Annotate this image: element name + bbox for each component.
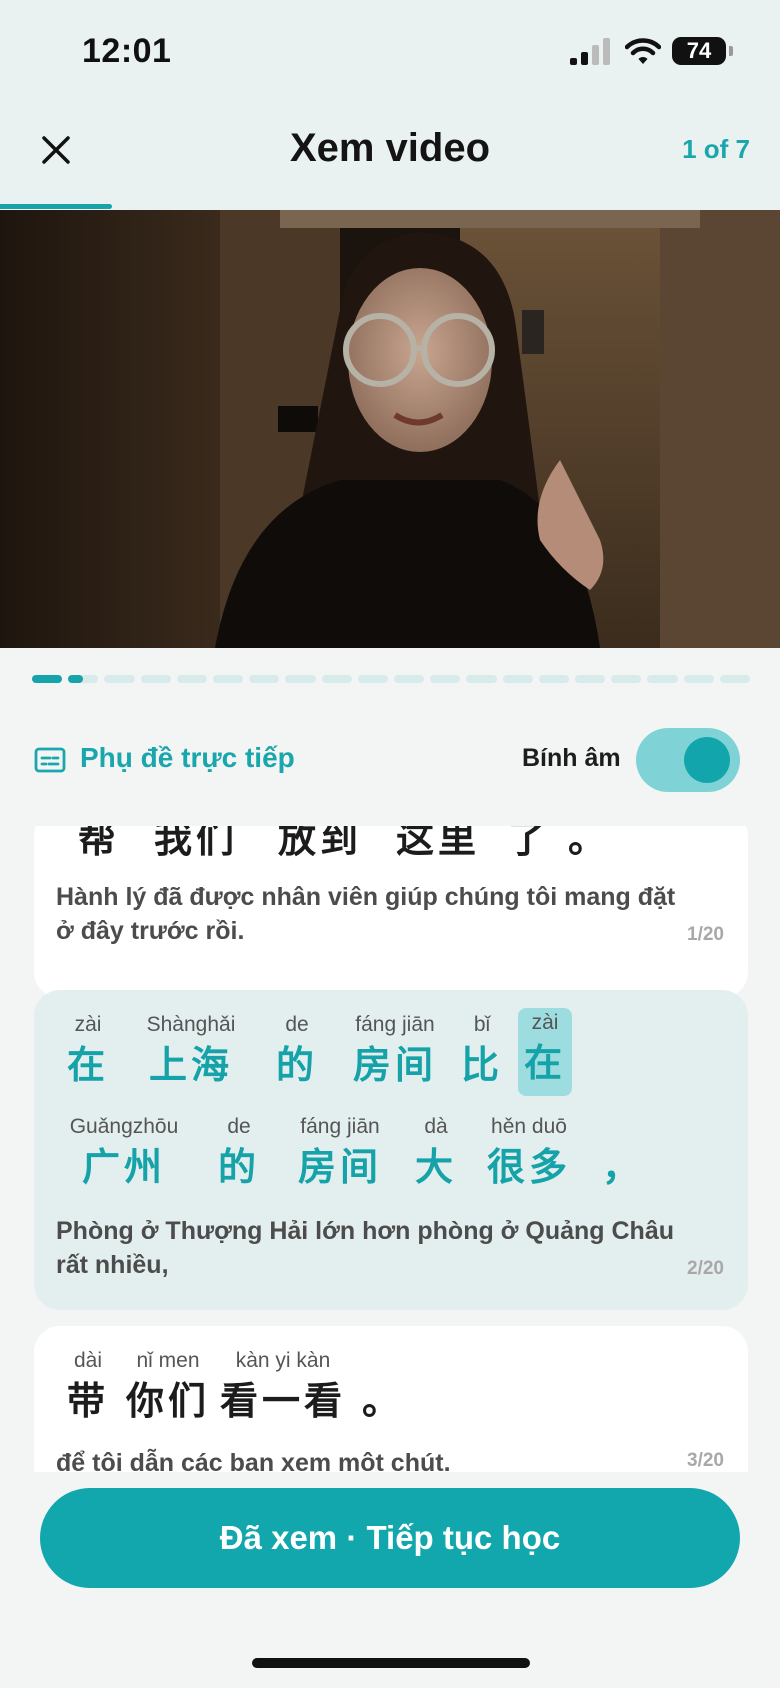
segment-15[interactable] (538, 675, 569, 683)
word-1-5[interactable]: 了 (494, 826, 564, 866)
wifi-icon (625, 38, 661, 64)
sentence-translation: Phòng ở Thượng Hải lớn hơn phòng ở Quảng… (56, 1217, 675, 1279)
segment-8[interactable] (285, 675, 316, 683)
page-title: Xem video (289, 126, 491, 170)
word-1-4[interactable]: 这里 (388, 826, 488, 866)
subtitle-controls: Phụ đề trực tiếp Bính âm (0, 728, 780, 792)
continue-learning-button[interactable]: Đã xem · Tiếp tục học (40, 1488, 740, 1588)
header: Xem video 1 of 7 (0, 110, 780, 190)
segment-7[interactable] (249, 675, 280, 683)
status-bar: 12:01 74 (0, 0, 780, 100)
word-3-3[interactable]: kàn yi kàn 看一看 (218, 1346, 348, 1428)
word-3-1[interactable]: dài 带 (58, 1346, 118, 1428)
sentence-index: 3/20 (687, 1450, 724, 1471)
word-1-2[interactable]: 我们 (146, 826, 246, 866)
segment-14[interactable] (502, 675, 533, 683)
word-1-1[interactable]: 帮 (64, 826, 134, 866)
sentence-card-1[interactable]: 帮 我们 放到 这里 了 。 Hành lý đã được nhân viên… (34, 826, 748, 998)
subtitles-icon (34, 747, 66, 773)
sentence-index: 2/20 (687, 1258, 724, 1279)
segment-17[interactable] (611, 675, 642, 683)
word-2-3[interactable]: de 的 (262, 1010, 332, 1092)
sentence-translation: để tôi dẫn các bạn xem một chút. (56, 1449, 451, 1472)
word-2-6-highlighted[interactable]: zài 在 (518, 1008, 572, 1096)
lesson-progress-bar (0, 204, 112, 209)
word-1-6: 。 (567, 826, 610, 861)
segment-5[interactable] (176, 675, 207, 683)
word-2-11[interactable]: hěn duō 很多 (474, 1112, 584, 1194)
word-2-12: ， (602, 1147, 645, 1189)
segment-11[interactable] (394, 675, 425, 683)
video-frame-image (0, 210, 780, 648)
segment-4[interactable] (140, 675, 171, 683)
word-2-1[interactable]: zài 在 (58, 1010, 118, 1092)
sentence-card-2-active[interactable]: zài 在 Shànghǎi 上海 de 的 fáng jiān 房间 bǐ 比 zài 在… (34, 990, 748, 1310)
battery-icon: 74 (672, 37, 726, 65)
word-2-10[interactable]: dà 大 (406, 1112, 466, 1194)
word-1-3[interactable]: 放到 (270, 826, 370, 866)
pinyin-label: Bính âm (522, 744, 621, 772)
video-counter: 1 of 7 (682, 134, 750, 164)
video-player[interactable] (0, 210, 780, 648)
segment-19[interactable] (683, 675, 714, 683)
battery-cap (729, 46, 733, 56)
pinyin-toggle-knob (684, 737, 730, 783)
sentence-translation: Hành lý đã được nhân viên giúp chúng tôi… (56, 883, 676, 945)
segment-10[interactable] (357, 675, 388, 683)
word-3-2[interactable]: nǐ men 你们 (118, 1346, 218, 1428)
sentence-card-3[interactable]: dài 带 nǐ men 你们 kàn yi kàn 看一看 。 để tôi dẫn… (34, 1326, 748, 1472)
word-2-7[interactable]: Guǎngzhōu 广州 (58, 1112, 190, 1194)
segment-3[interactable] (104, 675, 135, 683)
word-3-4: 。 (361, 1381, 404, 1423)
segment-16[interactable] (575, 675, 606, 683)
segment-6[interactable] (213, 675, 244, 683)
status-time: 12:01 (82, 32, 172, 70)
word-2-9[interactable]: fáng jiān 房间 (280, 1112, 400, 1194)
transcript-list[interactable]: 帮 我们 放到 这里 了 。 Hành lý đã được nhân viên… (0, 826, 780, 1472)
live-subtitles-button[interactable]: Phụ đề trực tiếp (80, 742, 295, 774)
segment-1-fill (32, 675, 63, 683)
word-2-8[interactable]: de 的 (204, 1112, 274, 1194)
word-2-4[interactable]: fáng jiān 房间 (330, 1010, 460, 1092)
segment-12[interactable] (430, 675, 461, 683)
segment-2-fill (68, 675, 84, 683)
home-indicator (252, 1658, 530, 1668)
sentence-index: 1/20 (687, 924, 724, 945)
subtitle-segment-progress[interactable] (32, 675, 750, 683)
word-2-5[interactable]: bǐ 比 (452, 1010, 512, 1092)
word-2-2[interactable]: Shànghǎi 上海 (126, 1010, 256, 1092)
pinyin-toggle[interactable] (636, 728, 740, 792)
segment-20[interactable] (719, 675, 750, 683)
segment-18[interactable] (647, 675, 678, 683)
cellular-signal-icon (570, 38, 610, 65)
segment-13[interactable] (466, 675, 497, 683)
segment-9[interactable] (321, 675, 352, 683)
